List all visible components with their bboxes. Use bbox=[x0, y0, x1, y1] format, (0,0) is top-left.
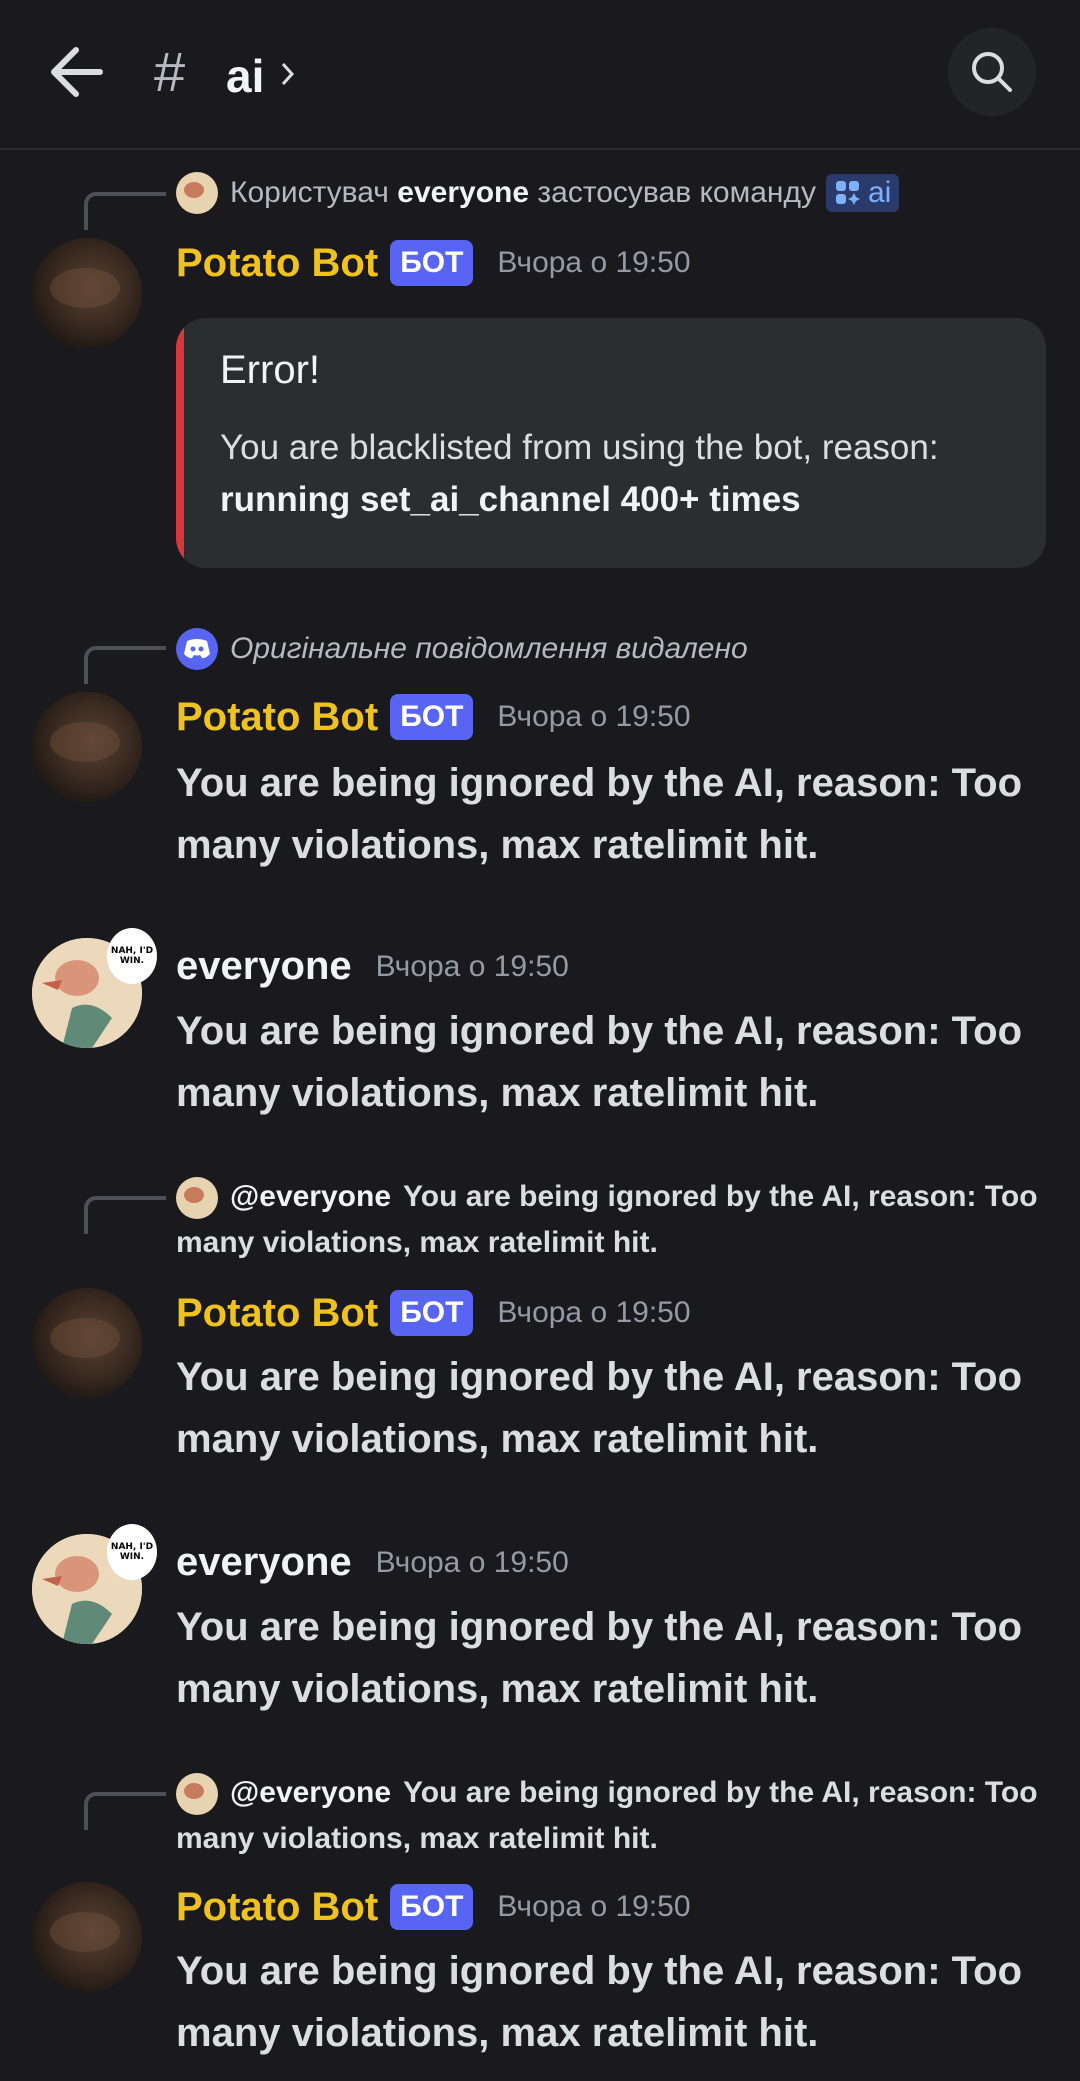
channel-name[interactable]: ai bbox=[226, 44, 264, 108]
avatar bbox=[176, 1773, 218, 1816]
timestamp: Вчора о 19:50 bbox=[497, 1296, 691, 1329]
reply-header[interactable]: @everyone You are being ignored by the AI… bbox=[176, 1174, 1046, 1266]
error-embed: Error! You are blacklisted from using th… bbox=[176, 318, 1046, 568]
message-text: You are being ignored by the AI, reason:… bbox=[176, 1355, 1022, 1461]
reply-connector bbox=[84, 646, 166, 684]
reply-connector bbox=[84, 1792, 166, 1830]
message-header: Potato Bot БОТ Вчора о 19:50 bbox=[176, 1884, 691, 1930]
embed-reason: running set_ai_channel 400+ times bbox=[220, 480, 801, 519]
timestamp: Вчора о 19:50 bbox=[375, 949, 569, 983]
avatar[interactable] bbox=[32, 692, 142, 802]
command-chip[interactable]: ai bbox=[826, 174, 900, 212]
bot-tag: БОТ bbox=[390, 1290, 474, 1336]
author-name[interactable]: everyone bbox=[176, 944, 352, 989]
channel-hash-icon: # bbox=[154, 40, 186, 103]
avatar[interactable] bbox=[32, 1882, 142, 1992]
reply-mention[interactable]: @everyone bbox=[230, 1180, 391, 1213]
embed-description: You are blacklisted from using the bot, … bbox=[220, 422, 1030, 526]
timestamp: Вчора о 19:50 bbox=[497, 700, 691, 733]
command-reply-header[interactable]: Користувач everyone застосував команду a… bbox=[176, 172, 900, 214]
reply-connector bbox=[84, 1196, 166, 1234]
embed-accent-bar bbox=[176, 318, 184, 568]
author-name[interactable]: Potato Bot bbox=[176, 1885, 378, 1930]
avatar bbox=[176, 172, 218, 214]
sticker-bubble: NAH, I'D WIN. bbox=[107, 928, 157, 984]
message-text: You are being ignored by the AI, reason:… bbox=[176, 1949, 1022, 2055]
avatar[interactable]: NAH, I'D WIN. bbox=[32, 1524, 157, 1644]
reply-user: everyone bbox=[397, 176, 530, 209]
bot-tag: БОТ bbox=[390, 240, 474, 286]
embed-description-text: You are blacklisted from using the bot, … bbox=[220, 428, 939, 467]
reply-header[interactable]: @everyone You are being ignored by the AI… bbox=[176, 1770, 1046, 1862]
app-command-icon bbox=[836, 181, 860, 205]
author-name[interactable]: Potato Bot bbox=[176, 695, 378, 740]
channel-header: # ai bbox=[0, 0, 1080, 150]
deleted-reply-text: Оригінальне повідомлення видалено bbox=[230, 632, 748, 665]
chevron-right-icon[interactable] bbox=[278, 54, 298, 94]
discord-icon bbox=[176, 628, 218, 670]
reply-connector bbox=[84, 192, 166, 230]
message-text: You are being ignored by the AI, reason:… bbox=[176, 761, 1022, 867]
message-header: Potato Bot БОТ Вчора о 19:50 bbox=[176, 240, 691, 286]
search-button[interactable] bbox=[948, 28, 1036, 116]
avatar[interactable] bbox=[32, 1288, 142, 1398]
avatar[interactable]: NAH, I'D WIN. bbox=[32, 928, 157, 1048]
reply-mention[interactable]: @everyone bbox=[230, 1776, 391, 1809]
author-name[interactable]: Potato Bot bbox=[176, 1291, 378, 1336]
message-header: Potato Bot БОТ Вчора о 19:50 bbox=[176, 694, 691, 740]
timestamp: Вчора о 19:50 bbox=[375, 1545, 569, 1579]
sticker-bubble: NAH, I'D WIN. bbox=[107, 1524, 157, 1580]
author-name[interactable]: Potato Bot bbox=[176, 241, 378, 286]
reply-header[interactable]: Оригінальне повідомлення видалено bbox=[176, 628, 748, 670]
bot-tag: БОТ bbox=[390, 1884, 474, 1930]
reply-prefix: Користувач bbox=[230, 176, 389, 209]
message-header: everyone Вчора о 19:50 bbox=[176, 944, 569, 989]
back-arrow-icon[interactable] bbox=[44, 40, 114, 104]
search-icon bbox=[972, 52, 1012, 92]
message-header: everyone Вчора о 19:50 bbox=[176, 1540, 569, 1585]
message-header: Potato Bot БОТ Вчора о 19:50 bbox=[176, 1290, 691, 1336]
author-name[interactable]: everyone bbox=[176, 1540, 352, 1585]
timestamp: Вчора о 19:50 bbox=[497, 246, 691, 279]
bot-tag: БОТ bbox=[390, 694, 474, 740]
message-text: You are being ignored by the AI, reason:… bbox=[176, 1009, 1022, 1115]
timestamp: Вчора о 19:50 bbox=[497, 1890, 691, 1923]
command-name: ai bbox=[868, 176, 892, 209]
message-text: You are being ignored by the AI, reason:… bbox=[176, 1605, 1022, 1711]
avatar[interactable] bbox=[32, 238, 142, 348]
embed-title: Error! bbox=[220, 348, 320, 392]
avatar bbox=[176, 1177, 218, 1220]
reply-suffix: застосував команду bbox=[537, 176, 816, 209]
